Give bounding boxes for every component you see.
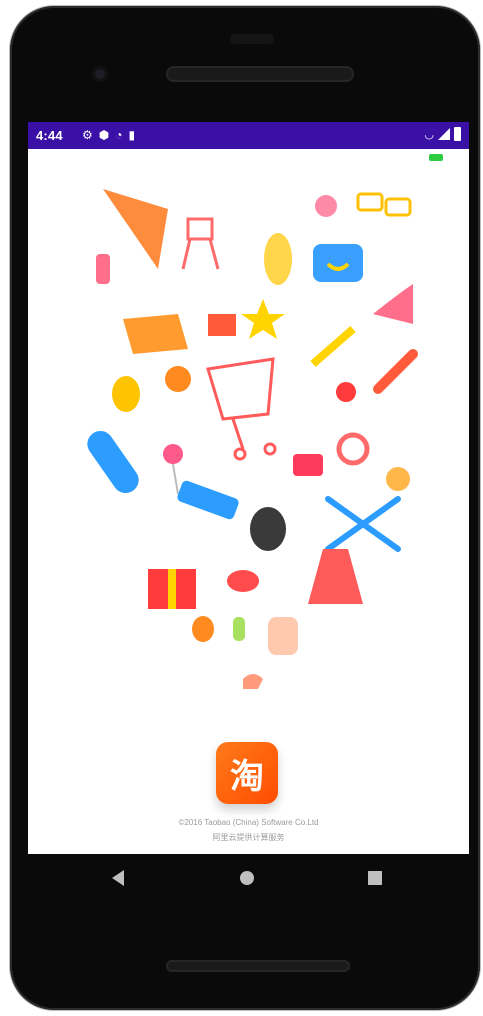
splash-illustration (87, 189, 418, 689)
violin-icon (264, 233, 292, 285)
app-screen: 4:44 ⚙ ⬢ ◔ ▮ ◡ 淘 ©2016 Taobao (China) So… (28, 122, 469, 854)
dress-icon (308, 549, 363, 604)
home-icon[interactable] (240, 871, 254, 885)
gear-icon: ⚙ (82, 128, 93, 142)
ice-cream-icon (192, 616, 214, 642)
orange-icon (165, 366, 191, 392)
shopping-cart-icon (206, 357, 277, 461)
donut-icon (386, 467, 410, 491)
microphone-icon (373, 349, 418, 394)
nav-bar (28, 854, 469, 910)
shield-icon: ⬢ (98, 128, 110, 142)
lollipop-icon (163, 444, 183, 464)
recents-icon[interactable] (368, 871, 382, 885)
chat-bubble-icon (313, 244, 363, 282)
handbag-icon (293, 454, 323, 476)
small-shoe-icon (243, 674, 263, 689)
drone-icon (325, 496, 401, 552)
copyright-text: ©2016 Taobao (China) Software Co.Ltd (178, 818, 319, 827)
bottom-speaker (166, 960, 350, 972)
wifi-question-icon: ◔ (115, 128, 123, 142)
back-icon[interactable] (112, 870, 124, 886)
star-icon (241, 299, 285, 339)
status-bar: 4:44 ⚙ ⬢ ◔ ▮ ◡ (28, 122, 469, 149)
battery-icon (454, 127, 461, 141)
blue-phone-icon (177, 480, 239, 520)
lipstick-icon (96, 254, 110, 284)
sunglasses-icon (356, 192, 412, 217)
ring-icon (336, 432, 370, 466)
bottle-icon (268, 617, 298, 655)
top-slot (230, 34, 274, 44)
planet-icon (315, 195, 337, 217)
taobao-logo: 淘 (216, 742, 278, 804)
logo-char: 淘 (230, 756, 264, 797)
candy-icon (227, 570, 259, 592)
chair-icon (181, 217, 220, 270)
wifi-x-icon: ◡ (424, 128, 434, 141)
pineapple-icon (112, 376, 140, 412)
service-text: 阿里云提供计算服务 (212, 833, 285, 842)
sim-icon: ▮ (128, 128, 136, 142)
apple-icon (336, 382, 356, 402)
earpiece-speaker (166, 66, 354, 82)
status-left-icons: ⚙ ⬢ ◔ ▮ (82, 128, 135, 142)
popsicle-icon (233, 617, 245, 641)
signal-icon (438, 128, 450, 140)
front-camera (92, 66, 108, 82)
skateboard-icon (87, 430, 139, 494)
paper-plane-icon (103, 189, 168, 269)
status-time: 4:44 (36, 128, 63, 143)
status-right-icons: ◡ (424, 127, 461, 141)
high-heel-icon (373, 284, 413, 324)
plant-pot-icon (208, 314, 236, 336)
map-icon (123, 314, 188, 354)
pencil-icon (310, 325, 356, 368)
cow-toy-icon (250, 507, 286, 551)
